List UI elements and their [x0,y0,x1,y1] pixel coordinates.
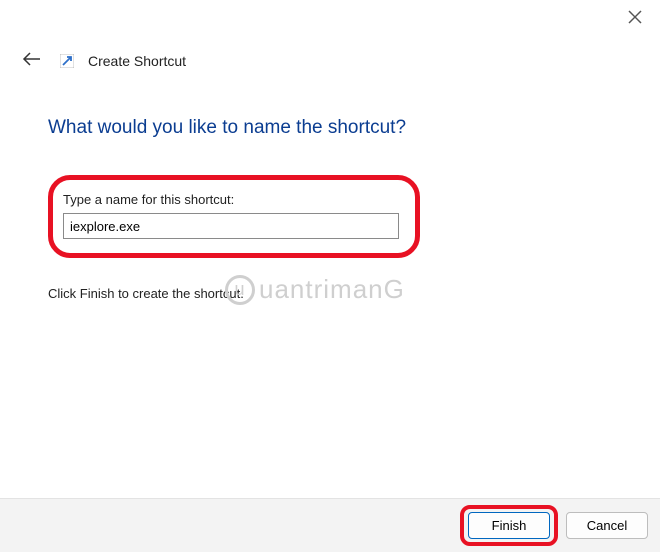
cancel-button[interactable]: Cancel [566,512,648,539]
close-icon[interactable] [628,10,642,24]
main-heading: What would you like to name the shortcut… [48,117,612,139]
instruction-text: Click Finish to create the shortcut. [48,286,612,301]
shortcut-name-input[interactable] [63,213,399,239]
content-area: What would you like to name the shortcut… [0,85,660,301]
name-field-block: Type a name for this shortcut: [48,175,420,258]
name-field-label: Type a name for this shortcut: [63,192,377,207]
title-bar [0,0,660,38]
page-title: Create Shortcut [88,53,186,69]
shortcut-icon [60,54,74,68]
footer: Finish Cancel [0,498,660,552]
finish-button[interactable]: Finish [468,512,550,539]
header: Create Shortcut [0,38,660,85]
finish-highlight: Finish [460,505,558,546]
back-arrow-icon[interactable] [18,46,46,75]
